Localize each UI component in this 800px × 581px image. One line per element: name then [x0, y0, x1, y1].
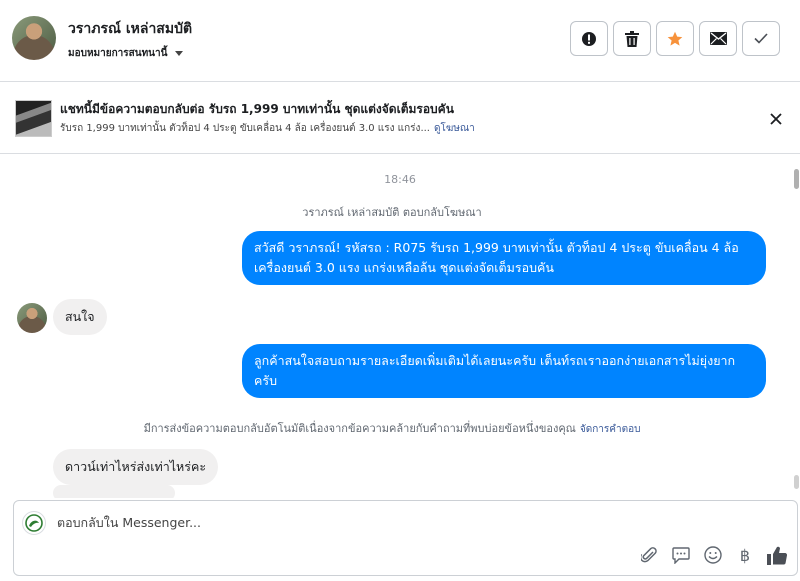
- assign-label: มอบหมายการสนทนานี้: [68, 48, 168, 59]
- scroll-thumb[interactable]: [794, 169, 799, 189]
- emoji-icon: [704, 546, 722, 564]
- messenger-inbox: วราภรณ์ เหล่าสมบัติ มอบหมายการสนทนานี้ แ…: [0, 0, 800, 581]
- star-button[interactable]: [656, 21, 694, 56]
- conversation-header: วราภรณ์ เหล่าสมบัติ มอบหมายการสนทนานี้: [0, 0, 800, 82]
- outgoing-message[interactable]: สวัสดี วราภรณ์! รหัสรถ : R075 รับรถ 1,99…: [242, 231, 766, 285]
- mail-icon: [709, 32, 727, 45]
- mark-unread-button[interactable]: [699, 21, 737, 56]
- message-composer: ฿: [13, 500, 798, 576]
- contact-name[interactable]: วราภรณ์ เหล่าสมบัติ: [68, 18, 192, 40]
- ad-description-row: รับรถ 1,999 บาทเท่านั้น ตัวท็อป 4 ประตู …: [60, 121, 475, 136]
- message-thread[interactable]: 18:46 วราภรณ์ เหล่าสมบัติ ตอบกลับโฆษณา ส…: [0, 155, 800, 498]
- close-banner-button[interactable]: [766, 109, 786, 129]
- caret-down-icon: [175, 51, 184, 56]
- emoji-button[interactable]: [703, 545, 723, 565]
- baht-icon: ฿: [739, 545, 751, 565]
- contact-avatar-small: [17, 303, 47, 333]
- close-icon: [770, 113, 782, 125]
- mark-done-button[interactable]: [742, 21, 780, 56]
- payment-button[interactable]: ฿: [735, 545, 755, 565]
- ad-reply-banner: แชทนี้มีข้อความตอบกลับต่อ รับรถ 1,999 บา…: [0, 83, 800, 154]
- ad-description: รับรถ 1,999 บาทเท่านั้น ตัวท็อป 4 ประตู …: [60, 123, 430, 134]
- scroll-thumb-lower[interactable]: [794, 475, 799, 489]
- auto-reply-note: มีการส่งข้อความตอบกลับอัตโนมัติเนื่องจาก…: [0, 419, 784, 437]
- message-timestamp: 18:46: [384, 173, 416, 186]
- auto-reply-text: มีการส่งข้อความตอบกลับอัตโนมัติเนื่องจาก…: [143, 422, 576, 435]
- trash-icon: [625, 30, 639, 47]
- outgoing-message[interactable]: ลูกค้าสนใจสอบถามรายละเอียดเพิ่มเติมได้เล…: [242, 344, 766, 398]
- attach-icon: [641, 547, 657, 563]
- composer-tools: ฿: [639, 545, 787, 565]
- page-avatar: [22, 511, 46, 535]
- star-icon: [667, 31, 683, 46]
- check-icon: [754, 33, 768, 44]
- ad-title: แชทนี้มีข้อความตอบกลับต่อ รับรถ 1,999 บา…: [60, 102, 454, 116]
- alert-icon: [582, 31, 596, 46]
- incoming-message[interactable]: สนใจ: [53, 299, 107, 335]
- page-logo-icon: [25, 514, 43, 532]
- mark-spam-button[interactable]: [570, 21, 608, 56]
- view-ad-link[interactable]: ดูโฆษณา: [434, 123, 475, 134]
- like-icon: [767, 546, 787, 565]
- saved-replies-button[interactable]: [671, 545, 691, 565]
- incoming-message-partial: [53, 485, 175, 498]
- like-button[interactable]: [767, 545, 787, 565]
- manage-answers-link[interactable]: จัดการคำตอบ: [580, 424, 641, 435]
- ad-reply-note: วราภรณ์ เหล่าสมบัติ ตอบกลับโฆษณา: [302, 206, 482, 219]
- header-actions: [570, 21, 780, 56]
- attach-button[interactable]: [639, 545, 659, 565]
- contact-avatar[interactable]: [12, 16, 56, 60]
- delete-button[interactable]: [613, 21, 651, 56]
- ad-thumbnail[interactable]: [15, 100, 52, 137]
- reply-input[interactable]: [57, 512, 617, 532]
- saved-reply-icon: [672, 546, 690, 564]
- thread-scrollbar[interactable]: [792, 155, 800, 498]
- assign-conversation-dropdown[interactable]: มอบหมายการสนทนานี้: [68, 46, 184, 61]
- incoming-message[interactable]: ดาวน์เท่าไหร่ส่งเท่าไหร่คะ: [53, 449, 219, 485]
